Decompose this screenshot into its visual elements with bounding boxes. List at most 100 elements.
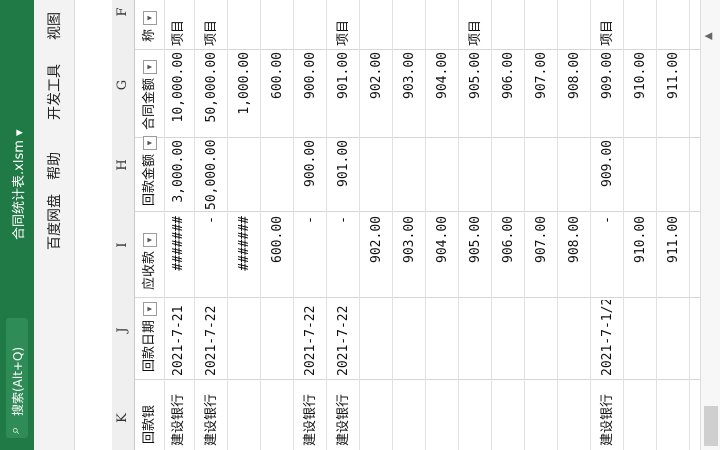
tab-view[interactable]: 视图: [44, 12, 64, 40]
cell-f[interactable]: [296, 2, 326, 46]
cell-i[interactable]: 600.00: [263, 216, 293, 294]
cell-f[interactable]: [230, 2, 260, 46]
col-g[interactable]: G: [115, 75, 130, 95]
cell-k[interactable]: [395, 382, 425, 446]
cell-h[interactable]: [494, 140, 524, 210]
cell-g[interactable]: 905.00: [461, 52, 491, 136]
cell-j[interactable]: 2021-7-22: [296, 300, 326, 376]
cell-g[interactable]: 900.00: [296, 52, 326, 136]
cell-g[interactable]: 910.00: [626, 52, 656, 136]
cell-k[interactable]: 建设银行: [296, 382, 326, 446]
cell-k[interactable]: [626, 382, 656, 446]
cell-h[interactable]: [362, 140, 392, 210]
cell-g[interactable]: 10,000.00: [164, 52, 194, 136]
cell-k[interactable]: [230, 382, 260, 446]
cell-i[interactable]: 903.00: [395, 216, 425, 294]
cell-f[interactable]: [263, 2, 293, 46]
cell-j[interactable]: [659, 300, 689, 376]
cell-f[interactable]: 项目: [593, 2, 623, 46]
cell-h[interactable]: 909.00: [593, 140, 623, 210]
cell-f[interactable]: [494, 2, 524, 46]
filter-dropdown-icon[interactable]: ▼: [142, 232, 157, 247]
header-h[interactable]: 回款金额▼: [134, 135, 164, 206]
tab-help[interactable]: 帮助: [44, 152, 64, 180]
cell-k[interactable]: [362, 382, 392, 446]
cell-i[interactable]: -: [296, 216, 326, 294]
header-k[interactable]: 回款银: [134, 405, 164, 444]
cell-h[interactable]: 50,000.00: [197, 140, 227, 210]
cell-j[interactable]: 2021-7-1/202: [593, 300, 623, 376]
cell-i[interactable]: 902.00: [362, 216, 392, 294]
cell-i[interactable]: -: [593, 216, 623, 294]
filter-dropdown-icon[interactable]: ▼: [142, 59, 157, 74]
cell-f[interactable]: 项目: [197, 2, 227, 46]
cell-g[interactable]: 906.00: [494, 52, 524, 136]
cell-h[interactable]: [428, 140, 458, 210]
cell-k[interactable]: [527, 382, 557, 446]
cell-g[interactable]: 909.00: [593, 52, 623, 136]
cell-k[interactable]: [494, 382, 524, 446]
cell-k[interactable]: 建设银行: [197, 382, 227, 446]
cell-k[interactable]: [659, 382, 689, 446]
cell-j[interactable]: [494, 300, 524, 376]
cell-h[interactable]: [527, 140, 557, 210]
search-box[interactable]: ⌕ 搜索(Alt+Q): [6, 318, 28, 438]
filter-dropdown-icon[interactable]: ▼: [142, 135, 157, 150]
header-f[interactable]: 称▼: [134, 10, 164, 42]
cell-j[interactable]: [527, 300, 557, 376]
cell-k[interactable]: [428, 382, 458, 446]
cell-i[interactable]: 908.00: [560, 216, 590, 294]
cell-f[interactable]: [560, 2, 590, 46]
cell-f[interactable]: [626, 2, 656, 46]
file-title[interactable]: 合同统计表.xlsm ▾: [8, 129, 27, 240]
cell-f[interactable]: [395, 2, 425, 46]
cell-k[interactable]: [560, 382, 590, 446]
cell-f[interactable]: [428, 2, 458, 46]
cell-k[interactable]: [263, 382, 293, 446]
cell-k[interactable]: [461, 382, 491, 446]
cell-h[interactable]: [659, 140, 689, 210]
cell-g[interactable]: 902.00: [362, 52, 392, 136]
cell-g[interactable]: 903.00: [395, 52, 425, 136]
cell-j[interactable]: [560, 300, 590, 376]
col-k[interactable]: K: [115, 408, 130, 428]
cell-f[interactable]: 项目: [329, 2, 359, 46]
tab-baidu[interactable]: 百度网盘: [44, 194, 64, 250]
cell-j[interactable]: [362, 300, 392, 376]
cell-g[interactable]: 904.00: [428, 52, 458, 136]
cell-h[interactable]: [560, 140, 590, 210]
col-f[interactable]: F: [115, 2, 130, 22]
header-i[interactable]: 应收款▼: [134, 232, 164, 290]
cell-i[interactable]: -: [197, 216, 227, 294]
cell-k[interactable]: 建设银行: [164, 382, 194, 446]
sheet-grid[interactable]: 回款银 回款日期▼ 应收款▼ 回款金额▼ 合同金额▼ 称▼ 建设银行 2021-7…: [134, 0, 720, 450]
cell-f[interactable]: 项目: [461, 2, 491, 46]
cell-i[interactable]: 904.00: [428, 216, 458, 294]
cell-k[interactable]: 建设银行: [329, 382, 359, 446]
cell-j[interactable]: [395, 300, 425, 376]
cell-f[interactable]: [362, 2, 392, 46]
header-g[interactable]: 合同金额▼: [134, 59, 164, 130]
filter-dropdown-icon[interactable]: ▼: [142, 10, 157, 25]
filter-dropdown-icon[interactable]: ▼: [142, 301, 157, 316]
cell-i[interactable]: 906.00: [494, 216, 524, 294]
cell-h[interactable]: 3,000.00: [164, 140, 194, 210]
cell-g[interactable]: 911.00: [659, 52, 689, 136]
cell-f[interactable]: 项目: [164, 2, 194, 46]
cell-j[interactable]: [626, 300, 656, 376]
cell-j[interactable]: 2021-7-22: [329, 300, 359, 376]
cell-i[interactable]: #######: [230, 216, 260, 294]
cell-i[interactable]: 911.00: [659, 216, 689, 294]
col-h[interactable]: H: [115, 155, 130, 175]
cell-h[interactable]: 900.00: [296, 140, 326, 210]
cell-i[interactable]: #######: [164, 216, 194, 294]
scroll-thumb[interactable]: [704, 406, 718, 446]
cell-h[interactable]: [395, 140, 425, 210]
cell-j[interactable]: [263, 300, 293, 376]
cell-h[interactable]: [626, 140, 656, 210]
horizontal-scrollbar[interactable]: ▲: [700, 0, 720, 450]
cell-j[interactable]: 2021-7-22: [197, 300, 227, 376]
cell-i[interactable]: -: [329, 216, 359, 294]
cell-i[interactable]: 907.00: [527, 216, 557, 294]
header-j[interactable]: 回款日期▼: [134, 301, 164, 372]
